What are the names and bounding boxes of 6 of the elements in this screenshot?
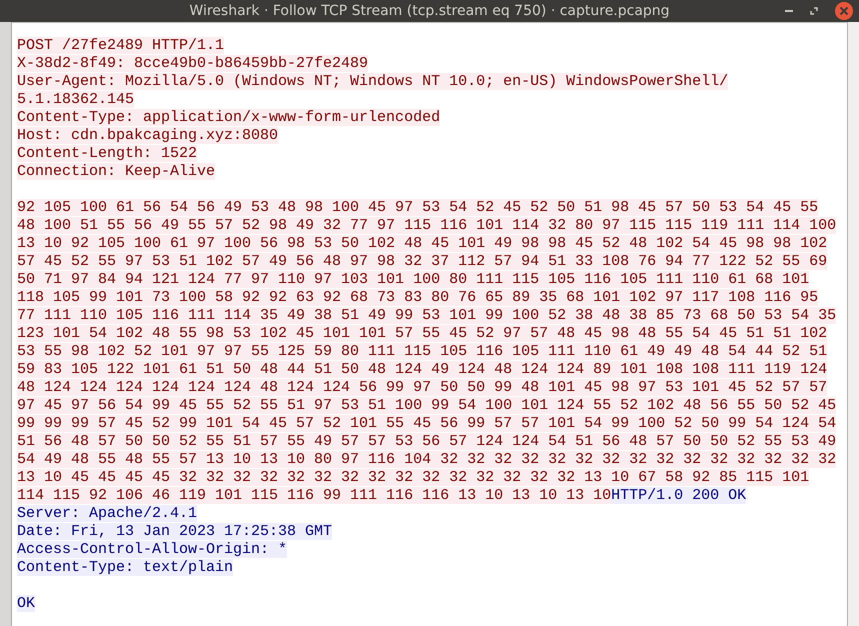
stream-text-area[interactable]: [12, 22, 847, 626]
restore-icon[interactable]: [810, 7, 818, 15]
minimize-icon[interactable]: [785, 10, 793, 12]
window-title: Wireshark · Follow TCP Stream (tcp.stream eq 750) · capture.pcapng: [189, 3, 670, 19]
close-icon[interactable]: [835, 2, 853, 20]
response-body: OK: [17, 595, 36, 612]
